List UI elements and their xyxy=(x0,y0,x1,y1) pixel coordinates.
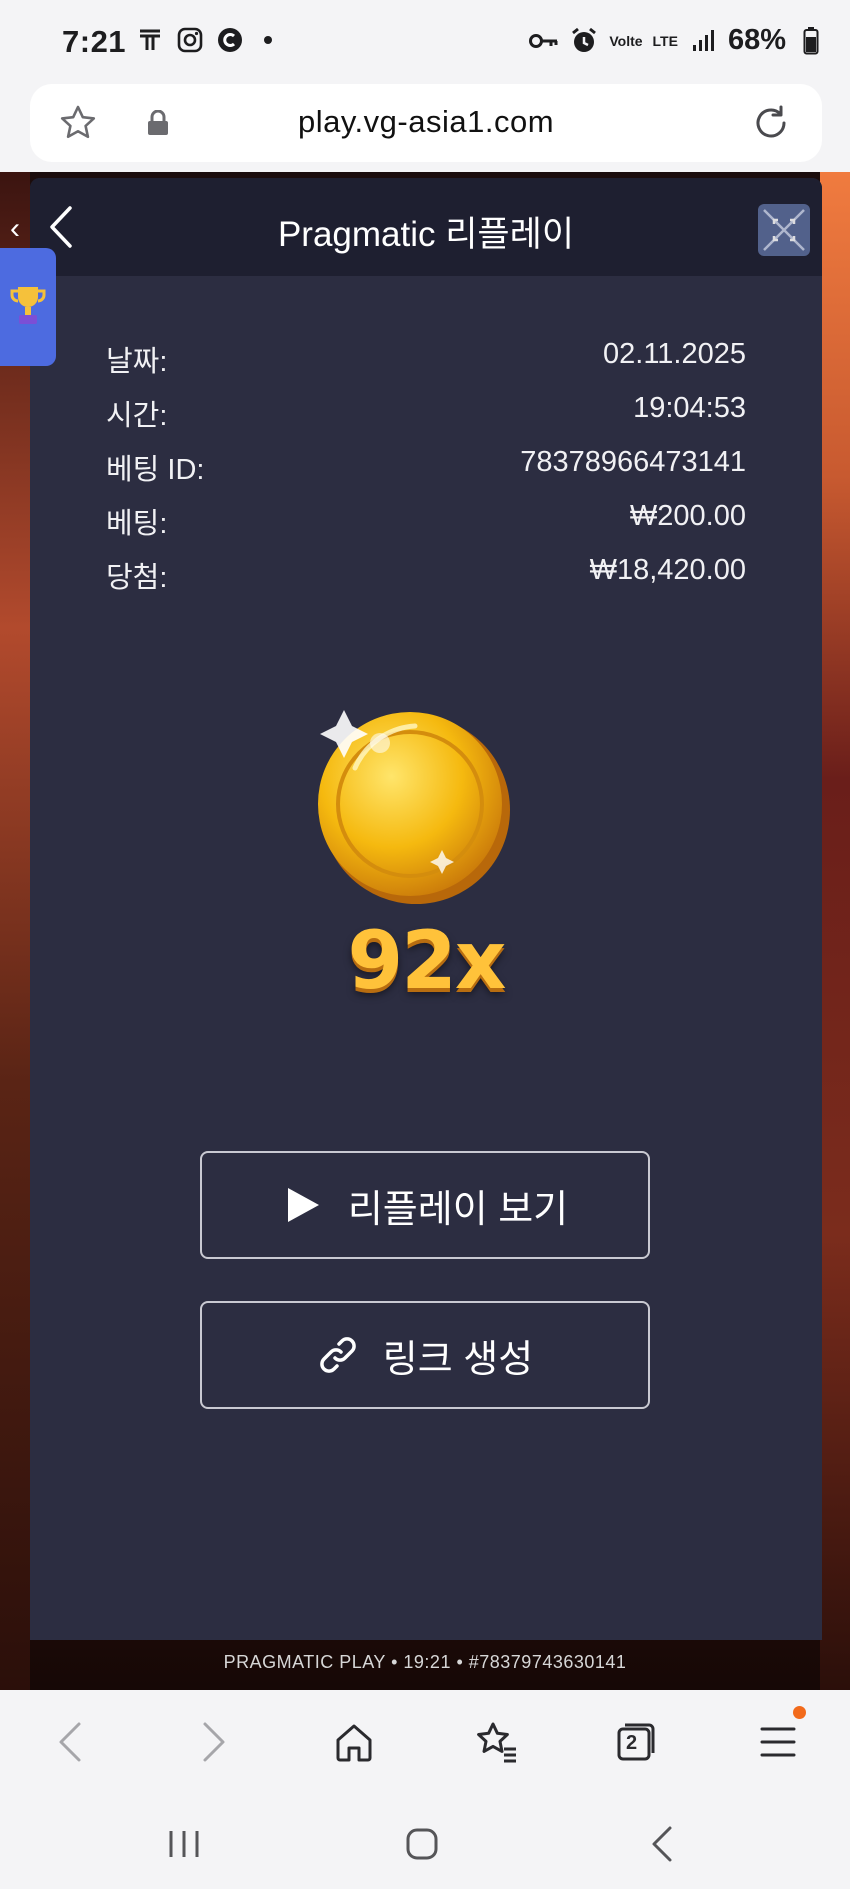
win-multiplier: 92x xyxy=(347,914,507,1007)
battery-percent: 68% xyxy=(727,24,786,56)
reload-icon[interactable] xyxy=(750,102,792,144)
status-time: 7:21 xyxy=(62,24,127,59)
modal-title: Pragmatic 리플레이 xyxy=(277,215,575,254)
detail-row-bet-id: 베팅 ID: 78378966473141 xyxy=(106,446,746,500)
system-back-icon[interactable] xyxy=(632,1814,692,1874)
win-value: ₩18,420.00 xyxy=(589,554,746,586)
menu-notification-badge xyxy=(793,1706,806,1719)
back-icon[interactable] xyxy=(40,1712,100,1772)
detail-row-win: 당첨: ₩18,420.00 xyxy=(106,554,746,608)
address-bar-area: play.vg-asia1.com xyxy=(0,84,850,172)
url-text[interactable]: play.vg-asia1.com xyxy=(30,104,822,140)
time-label: 시간: xyxy=(106,400,168,432)
play-icon xyxy=(282,1184,324,1226)
tabs-icon[interactable]: 2 xyxy=(606,1712,666,1772)
browser-toolbar: 2 xyxy=(0,1690,850,1794)
c-app-icon xyxy=(216,26,244,54)
link-icon xyxy=(317,1334,359,1376)
modal-header: Pragmatic 리플레이 xyxy=(30,178,822,276)
game-back-arrow-icon[interactable]: ‹ xyxy=(10,212,20,246)
bet-label: 베팅: xyxy=(106,508,168,540)
signal-icon xyxy=(688,26,718,56)
time-value: 19:04:53 xyxy=(633,392,746,424)
game-scenery-right xyxy=(820,172,850,1690)
trophy-tab[interactable] xyxy=(0,248,56,366)
view-replay-button[interactable]: 리플레이 보기 xyxy=(200,1151,650,1259)
game-scenery-left xyxy=(0,172,30,1690)
forward-icon[interactable] xyxy=(184,1712,244,1772)
create-link-button[interactable]: 링크 생성 xyxy=(200,1301,650,1409)
key-icon xyxy=(529,26,559,56)
instagram-icon xyxy=(176,26,204,54)
recent-apps-icon[interactable] xyxy=(154,1814,214,1874)
bet-id-label: 베팅 ID: xyxy=(106,454,205,486)
bet-id-value: 78378966473141 xyxy=(520,446,746,478)
home-icon[interactable] xyxy=(324,1712,384,1772)
t-app-icon xyxy=(136,26,164,54)
replay-modal: Pragmatic 리플레이 날짜: 02.11.2025 시간: 19:04:… xyxy=(30,178,822,1640)
menu-icon[interactable] xyxy=(748,1706,808,1772)
detail-row-bet: 베팅: ₩200.00 xyxy=(106,500,746,554)
date-label: 날짜: xyxy=(106,346,168,378)
bet-details: 날짜: 02.11.2025 시간: 19:04:53 베팅 ID: 78378… xyxy=(106,338,746,608)
more-notifications-dot xyxy=(264,36,272,44)
status-bar: 7:21 Volte LTE 68% xyxy=(0,0,850,84)
notification-icons xyxy=(136,26,272,54)
bookmarks-icon[interactable] xyxy=(466,1712,526,1772)
alarm-icon xyxy=(569,26,599,56)
tab-count: 2 xyxy=(626,1732,638,1754)
gold-coin-icon xyxy=(300,688,524,912)
bet-value: ₩200.00 xyxy=(629,500,746,532)
trophy-icon xyxy=(10,283,46,332)
game-footer-text: PRAGMATIC PLAY • 19:21 • #78379743630141 xyxy=(223,1652,627,1672)
close-fullscreen-icon[interactable] xyxy=(758,204,810,256)
win-label: 당첨: xyxy=(106,562,168,594)
address-bar[interactable]: play.vg-asia1.com xyxy=(30,84,822,162)
detail-row-time: 시간: 19:04:53 xyxy=(106,392,746,446)
system-icons: Volte LTE 68% xyxy=(529,24,826,57)
system-nav-bar xyxy=(0,1794,850,1889)
battery-icon xyxy=(796,26,826,56)
detail-row-date: 날짜: 02.11.2025 xyxy=(106,338,746,392)
create-link-label: 링크 생성 xyxy=(382,1338,534,1381)
date-value: 02.11.2025 xyxy=(603,338,746,370)
home-button-icon[interactable] xyxy=(392,1814,452,1874)
view-replay-label: 리플레이 보기 xyxy=(347,1188,569,1231)
lte-indicator: LTE xyxy=(652,32,678,49)
volte-indicator: Volte xyxy=(609,32,643,49)
